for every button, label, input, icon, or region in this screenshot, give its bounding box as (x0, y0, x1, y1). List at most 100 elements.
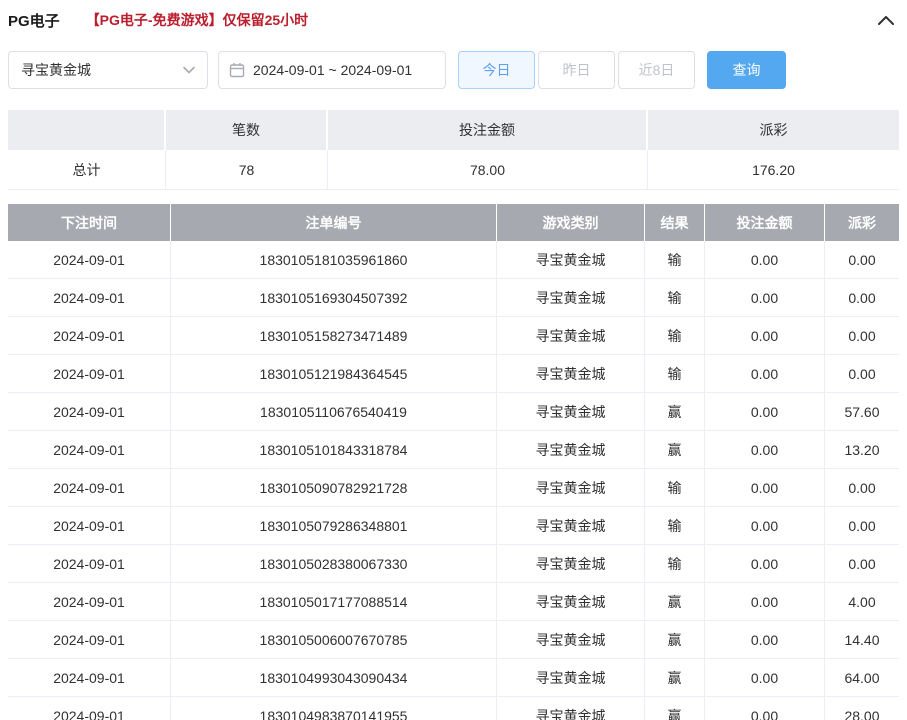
summary-header-bet-amount: 投注金额 (328, 110, 648, 150)
game-type-cell: 寻宝黄金城 (497, 317, 645, 355)
table-row: 2024-09-01 1830105158273471489 寻宝黄金城 输 0… (8, 317, 899, 355)
summary-header-count: 笔数 (166, 110, 328, 150)
header-bet-time: 下注时间 (8, 204, 171, 241)
date-range-value: 2024-09-01 ~ 2024-09-01 (253, 62, 412, 78)
result-cell: 输 (645, 317, 705, 355)
payout-cell: 0.00 (825, 545, 899, 583)
bet-amount-cell: 0.00 (705, 355, 825, 393)
bet-time-cell: 2024-09-01 (8, 659, 171, 697)
bet-time-cell: 2024-09-01 (8, 355, 171, 393)
result-cell: 赢 (645, 659, 705, 697)
result-cell: 输 (645, 355, 705, 393)
order-id-cell: 1830105017177088514 (171, 583, 497, 621)
order-id-cell: 1830105169304507392 (171, 279, 497, 317)
order-id-cell: 1830104983870141955 (171, 697, 497, 720)
order-id-cell: 1830105181035961860 (171, 241, 497, 279)
game-type-cell: 寻宝黄金城 (497, 279, 645, 317)
game-type-cell: 寻宝黄金城 (497, 621, 645, 659)
bet-table-body: 2024-09-01 1830105181035961860 寻宝黄金城 输 0… (8, 241, 899, 720)
table-row: 2024-09-01 1830105090782921728 寻宝黄金城 输 0… (8, 469, 899, 507)
order-id-cell: 1830105090782921728 (171, 469, 497, 507)
date-range-input[interactable]: 2024-09-01 ~ 2024-09-01 (218, 51, 446, 89)
bet-time-cell: 2024-09-01 (8, 621, 171, 659)
quick-filter-group: 今日 昨日 近8日 (458, 51, 695, 89)
bet-amount-cell: 0.00 (705, 431, 825, 469)
payout-cell: 0.00 (825, 355, 899, 393)
bet-time-cell: 2024-09-01 (8, 317, 171, 355)
bet-amount-cell: 0.00 (705, 583, 825, 621)
order-id-cell: 1830105158273471489 (171, 317, 497, 355)
bet-time-cell: 2024-09-01 (8, 279, 171, 317)
bet-time-cell: 2024-09-01 (8, 697, 171, 720)
bet-time-cell: 2024-09-01 (8, 583, 171, 621)
summary-total-row: 总计 78 78.00 176.20 (8, 150, 899, 190)
chevron-up-icon (877, 14, 895, 26)
game-type-cell: 寻宝黄金城 (497, 697, 645, 720)
result-cell: 赢 (645, 697, 705, 720)
game-type-cell: 寻宝黄金城 (497, 469, 645, 507)
filter-bar: 寻宝黄金城 2024-09-01 ~ 2024-09-01 今日 昨日 近8日 … (8, 50, 899, 90)
order-id-cell: 1830105079286348801 (171, 507, 497, 545)
game-type-cell: 寻宝黄金城 (497, 355, 645, 393)
bet-amount-cell: 0.00 (705, 507, 825, 545)
payout-cell: 28.00 (825, 697, 899, 720)
payout-cell: 0.00 (825, 507, 899, 545)
bet-amount-cell: 0.00 (705, 279, 825, 317)
bet-amount-cell: 0.00 (705, 241, 825, 279)
order-id-cell: 1830105006007670785 (171, 621, 497, 659)
payout-cell: 14.40 (825, 621, 899, 659)
chevron-down-icon (183, 66, 195, 74)
table-row: 2024-09-01 1830105017177088514 寻宝黄金城 赢 0… (8, 583, 899, 621)
table-row: 2024-09-01 1830105079286348801 寻宝黄金城 输 0… (8, 507, 899, 545)
panel-title: PG电子 (8, 10, 60, 31)
bet-amount-cell: 0.00 (705, 545, 825, 583)
result-cell: 输 (645, 545, 705, 583)
quick-filter-last8days[interactable]: 近8日 (618, 51, 695, 89)
order-id-cell: 1830105101843318784 (171, 431, 497, 469)
header-result: 结果 (645, 204, 705, 241)
game-type-cell: 寻宝黄金城 (497, 393, 645, 431)
bet-time-cell: 2024-09-01 (8, 241, 171, 279)
search-button[interactable]: 查询 (707, 51, 786, 89)
quick-filter-today[interactable]: 今日 (458, 51, 535, 89)
result-cell: 输 (645, 279, 705, 317)
free-games-notice: 【PG电子-免费游戏】仅保留25小时 (86, 10, 308, 30)
result-cell: 赢 (645, 431, 705, 469)
result-cell: 输 (645, 507, 705, 545)
order-id-cell: 1830105028380067330 (171, 545, 497, 583)
summary-total-label: 总计 (8, 150, 166, 190)
bet-table: 下注时间 注单编号 游戏类别 结果 投注金额 派彩 2024-09-01 183… (8, 204, 899, 720)
payout-cell: 0.00 (825, 279, 899, 317)
summary-total-count: 78 (166, 150, 328, 190)
panel-header: PG电子 【PG电子-免费游戏】仅保留25小时 (8, 0, 899, 40)
bet-time-cell: 2024-09-01 (8, 431, 171, 469)
result-cell: 赢 (645, 583, 705, 621)
collapse-button[interactable] (873, 10, 899, 30)
game-select-value: 寻宝黄金城 (21, 60, 91, 80)
table-row: 2024-09-01 1830105181035961860 寻宝黄金城 输 0… (8, 241, 899, 279)
payout-cell: 0.00 (825, 317, 899, 355)
result-cell: 赢 (645, 621, 705, 659)
bet-time-cell: 2024-09-01 (8, 393, 171, 431)
bet-amount-cell: 0.00 (705, 317, 825, 355)
calendar-icon (229, 62, 245, 78)
summary-total-bet-amount: 78.00 (328, 150, 648, 190)
result-cell: 赢 (645, 393, 705, 431)
header-order-id: 注单编号 (171, 204, 497, 241)
game-select[interactable]: 寻宝黄金城 (8, 51, 208, 89)
bet-time-cell: 2024-09-01 (8, 469, 171, 507)
payout-cell: 57.60 (825, 393, 899, 431)
game-type-cell: 寻宝黄金城 (497, 431, 645, 469)
quick-filter-yesterday[interactable]: 昨日 (538, 51, 615, 89)
bet-amount-cell: 0.00 (705, 469, 825, 507)
table-row: 2024-09-01 1830105028380067330 寻宝黄金城 输 0… (8, 545, 899, 583)
order-id-cell: 1830105121984364545 (171, 355, 497, 393)
summary-header-payout: 派彩 (648, 110, 899, 150)
order-id-cell: 1830104993043090434 (171, 659, 497, 697)
bet-time-cell: 2024-09-01 (8, 545, 171, 583)
payout-cell: 0.00 (825, 469, 899, 507)
pg-games-panel: PG电子 【PG电子-免费游戏】仅保留25小时 寻宝黄金城 2024-09-01… (0, 0, 907, 720)
summary-total-payout: 176.20 (648, 150, 899, 190)
header-payout: 派彩 (825, 204, 899, 241)
header-game-type: 游戏类别 (497, 204, 645, 241)
